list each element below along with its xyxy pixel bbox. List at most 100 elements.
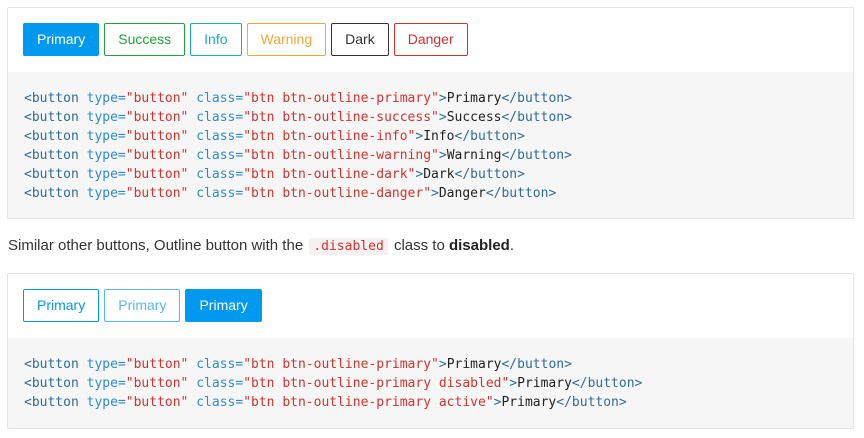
code-text: Info (423, 129, 455, 144)
code-tag: <button (24, 167, 79, 182)
code-text: Warning (446, 148, 502, 163)
code-attr: type= (78, 91, 126, 106)
info-outline-button[interactable]: Info (190, 23, 242, 56)
code-block: <button type="button" class="btn btn-out… (8, 72, 853, 218)
warning-outline-button[interactable]: Warning (246, 23, 327, 56)
code-tag: > (509, 376, 518, 391)
code-string: "btn btn-outline-success" (243, 110, 439, 125)
code-attr: type= (78, 148, 126, 163)
code-text: Danger (438, 186, 486, 201)
description-after: . (509, 237, 514, 254)
description-bold: disabled (448, 237, 510, 254)
code-attr: type= (78, 129, 126, 144)
code-tag: <button (24, 395, 79, 410)
success-outline-button[interactable]: Success (104, 23, 186, 56)
code-tag: </button> (501, 148, 572, 163)
code-attr: class= (188, 395, 244, 410)
code-string: "button" (125, 148, 189, 163)
code-string: "btn btn-outline-primary disabled" (243, 376, 510, 391)
outline-buttons-example: Primary Success Info Warning Dark Danger… (7, 7, 854, 219)
code-string: "button" (125, 357, 189, 372)
code-line: <button type="button" class="btn btn-out… (24, 393, 837, 412)
code-tag: </button> (556, 395, 627, 410)
primary-button[interactable]: Primary (23, 23, 100, 56)
code-string: "btn btn-outline-warning" (243, 148, 439, 163)
code-tag: <button (24, 148, 79, 163)
code-attr: class= (188, 376, 244, 391)
code-line: <button type="button" class="btn btn-out… (24, 146, 837, 165)
code-attr: type= (78, 167, 126, 182)
code-tag: <button (24, 357, 79, 372)
code-line: <button type="button" class="btn btn-out… (24, 374, 837, 393)
code-line: <button type="button" class="btn btn-out… (24, 184, 837, 203)
code-attr: class= (188, 357, 244, 372)
code-text: Primary (446, 357, 502, 372)
code-text: Primary (501, 395, 557, 410)
primary-outline-disabled-button[interactable]: Primary (104, 289, 181, 322)
outline-button-group: Primary Success Info Warning Dark Danger (23, 23, 468, 56)
code-tag: </button> (454, 167, 525, 182)
code-attr: class= (188, 167, 244, 182)
code-tag: <button (24, 186, 79, 201)
outline-state-button-group: Primary Primary Primary (23, 289, 262, 322)
code-string: "btn btn-outline-danger" (243, 186, 432, 201)
code-attr: type= (78, 376, 126, 391)
code-line: <button type="button" class="btn btn-out… (24, 355, 837, 374)
outline-buttons-demo: Primary Success Info Warning Dark Danger (8, 8, 853, 73)
code-tag: > (438, 357, 447, 372)
description-text: Similar other buttons, Outline button wi… (8, 236, 514, 257)
code-tag: </button> (454, 129, 525, 144)
code-tag: <button (24, 110, 79, 125)
primary-outline-button[interactable]: Primary (23, 289, 100, 322)
code-string: "button" (125, 376, 189, 391)
inline-code-disabled: .disabled (309, 238, 388, 255)
code-text: Primary (517, 376, 572, 391)
code-string: "button" (125, 395, 189, 410)
code-attr: type= (78, 110, 126, 125)
code-line: <button type="button" class="btn btn-out… (24, 89, 837, 108)
description-middle: class to (389, 237, 449, 254)
code-attr: class= (188, 129, 244, 144)
code-attr: type= (78, 186, 126, 201)
code-tag: </button> (501, 91, 572, 106)
code-string: "button" (125, 91, 189, 106)
code-text: Success (446, 110, 502, 125)
code-block: <button type="button" class="btn btn-out… (8, 338, 853, 428)
code-string: "btn btn-outline-primary active" (243, 395, 494, 410)
code-tag: > (431, 186, 439, 201)
code-text: Primary (446, 91, 502, 106)
code-tag: > (438, 110, 447, 125)
code-tag: </button> (485, 186, 557, 201)
code-text: Dark (423, 167, 455, 182)
code-string: "button" (125, 110, 189, 125)
code-tag: > (438, 91, 447, 106)
code-attr: class= (188, 148, 244, 163)
primary-outline-active-button[interactable]: Primary (185, 289, 262, 322)
code-string: "btn btn-outline-primary" (243, 91, 439, 106)
code-line: <button type="button" class="btn btn-out… (24, 108, 837, 127)
code-string: "button" (125, 186, 189, 201)
code-tag: <button (24, 129, 79, 144)
code-attr: type= (78, 395, 126, 410)
code-string: "button" (125, 167, 189, 182)
code-attr: class= (188, 186, 244, 201)
code-line: <button type="button" class="btn btn-out… (24, 127, 837, 146)
code-string: "btn btn-outline-dark" (243, 167, 416, 182)
code-tag: </button> (571, 376, 643, 391)
code-tag: > (438, 148, 447, 163)
outline-states-demo: Primary Primary Primary (8, 274, 853, 339)
code-string: "btn btn-outline-primary" (243, 357, 439, 372)
danger-outline-button[interactable]: Danger (393, 23, 468, 56)
code-attr: class= (188, 91, 244, 106)
outline-states-example: Primary Primary Primary <button type="bu… (7, 273, 854, 429)
code-tag: </button> (501, 357, 572, 372)
code-line: <button type="button" class="btn btn-out… (24, 165, 837, 184)
code-string: "btn btn-outline-info" (243, 129, 416, 144)
description-before: Similar other buttons, Outline button wi… (8, 237, 308, 254)
dark-outline-button[interactable]: Dark (331, 23, 389, 56)
code-attr: class= (188, 110, 244, 125)
code-tag: </button> (501, 110, 572, 125)
code-tag: <button (24, 91, 79, 106)
code-attr: type= (78, 357, 126, 372)
code-tag: <button (24, 376, 79, 391)
